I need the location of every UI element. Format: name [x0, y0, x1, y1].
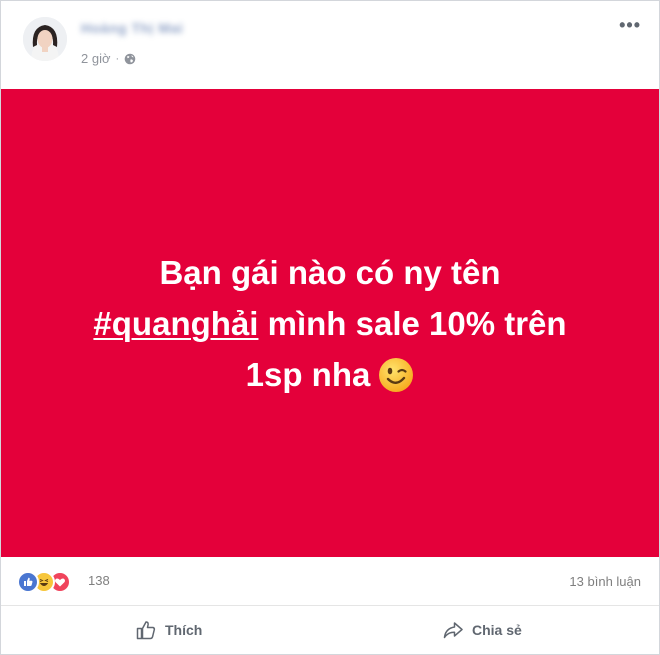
- avatar-image: [23, 17, 67, 61]
- like-label: Thích: [165, 622, 203, 638]
- more-options-icon[interactable]: •••: [619, 15, 641, 36]
- status-text: Bạn gái nào có ny tên #quanghải mình sal…: [30, 247, 630, 400]
- status-background: Bạn gái nào có ny tên #quanghải mình sal…: [1, 89, 659, 557]
- status-line-3-text: 1sp nha: [245, 355, 371, 393]
- wink-emoji-icon: [378, 356, 414, 392]
- status-line-2: #quanghải mình sale 10% trên: [30, 298, 630, 349]
- share-label: Chia sẻ: [472, 622, 522, 638]
- status-line-2-text: mình sale 10% trên: [258, 304, 567, 342]
- reaction-count[interactable]: 138: [88, 573, 110, 588]
- reactions-bar: 138 13 bình luận: [1, 559, 659, 606]
- reaction-icons[interactable]: [17, 571, 71, 593]
- globe-icon[interactable]: [124, 53, 136, 65]
- post-timestamp[interactable]: 2 giờ: [81, 51, 111, 66]
- like-button[interactable]: Thích: [135, 619, 202, 641]
- share-button[interactable]: Chia sẻ: [442, 619, 522, 641]
- post-header: Hoàng Thị Mai 2 giờ · •••: [1, 1, 659, 89]
- facebook-post: Hoàng Thị Mai 2 giờ · ••• Bạn gái nào có…: [0, 0, 660, 655]
- status-line-3: 1sp nha: [30, 349, 630, 400]
- thumbs-up-icon: [136, 621, 156, 640]
- author-name[interactable]: Hoàng Thị Mai: [81, 20, 183, 36]
- hashtag-link[interactable]: #quanghải: [93, 305, 258, 342]
- share-arrow-icon: [443, 622, 463, 639]
- comment-count-link[interactable]: 13 bình luận: [569, 574, 641, 589]
- author-avatar[interactable]: [23, 17, 67, 61]
- meta-separator: ·: [115, 52, 120, 65]
- like-icon: [17, 571, 39, 593]
- status-line-1: Bạn gái nào có ny tên: [159, 253, 501, 291]
- post-actions: Thích Chia sẻ: [1, 606, 659, 654]
- post-meta: 2 giờ ·: [81, 51, 136, 66]
